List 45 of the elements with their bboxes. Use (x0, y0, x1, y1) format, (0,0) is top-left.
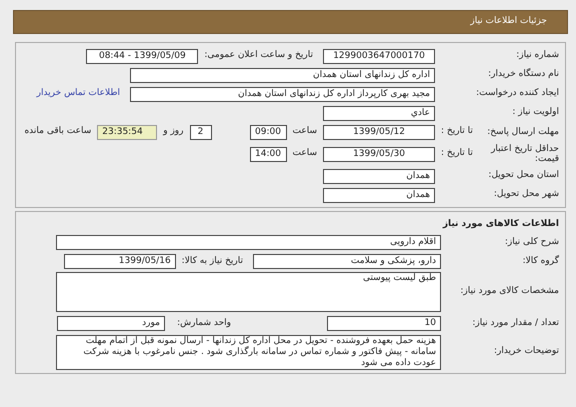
value-field: 09:00 (250, 124, 286, 140)
value-field: عادي (323, 106, 435, 120)
value-field: طبق لیست پیوستی (56, 272, 441, 312)
value-field: مورد (57, 316, 165, 331)
field-label: استان محل تحویل: (488, 169, 559, 182)
section-title: جزئیات اطلاعات نیاز (470, 15, 547, 28)
field-label: نام دستگاه خریدار: (488, 68, 559, 82)
value-field: 10 (327, 316, 441, 331)
value-field: اداره کل زندانهای استان همدان (130, 68, 435, 82)
field-label: واحد شمارش: (176, 316, 231, 330)
field-label: اولویت نیاز : (512, 106, 559, 120)
field-label: گروه کالا: (522, 256, 559, 266)
value-field: دارو، پزشکی و سلامت (253, 254, 441, 269)
field-label: ساعت باقی مانده (24, 125, 92, 138)
field-label: تاریخ نیاز به کالا: (182, 254, 243, 268)
field-label: تا تاریخ : (441, 125, 473, 138)
field-label: مهلت ارسال پاسخ: (486, 127, 559, 137)
value-field: 2 (190, 124, 212, 140)
value-field: 1399/05/09 - 08:44 (86, 48, 198, 64)
field-label: ایجاد کننده درخواست: (476, 87, 559, 100)
field-label: مشخصات کالای مورد نیاز: (460, 286, 559, 296)
value-field: 1399/05/12 (323, 124, 435, 140)
field-label: روز و (163, 125, 184, 138)
value-field: 1399/05/30 (323, 146, 435, 162)
field-label: شهر محل تحویل: (494, 188, 559, 202)
value-field: مجید بهری کارپرداز اداره کل زندانهای استان همدان (130, 86, 435, 102)
field-label: شرح کلی نیاز: (504, 236, 559, 247)
section-title: اطلاعات کالاهای مورد نیاز (442, 218, 559, 231)
value-field: اقلام دارویی (56, 235, 441, 250)
countdown-field: 23:35:54 (97, 124, 158, 140)
field-label: توضیحات خریدار: (494, 346, 559, 356)
value-field: هزینه حمل بعهده فروشنده - تحویل در محل اداره کل زندانها - ارسال نمونه قبل از اتمام مهلت سامانه - پیش فاکتور و شماره تماس در سامانه بارگذاری شود . جنس نامرغوب با هزینه شرکت عودت داده می شود (56, 334, 441, 370)
value-field: همدان (323, 188, 435, 202)
field-label: تعداد / مقدار مورد نیاز: (472, 318, 559, 328)
field-label: حداقل تاریخ اعتبار قیمت: (490, 144, 559, 164)
contact-link[interactable]: اطلاعات تماس خریدار (36, 87, 120, 101)
value-field: 1299003647000170 (323, 48, 435, 64)
field-label: تاریخ و ساعت اعلان عمومی: (204, 49, 313, 62)
value-field: 14:00 (250, 146, 286, 162)
field-label: ساعت (292, 147, 317, 160)
field-label: شماره نیاز: (516, 49, 559, 62)
field-label: ساعت (292, 125, 317, 138)
field-label: تا تاریخ : (441, 147, 473, 160)
value-field: همدان (323, 168, 435, 184)
value-field: 1399/05/16 (64, 254, 176, 269)
